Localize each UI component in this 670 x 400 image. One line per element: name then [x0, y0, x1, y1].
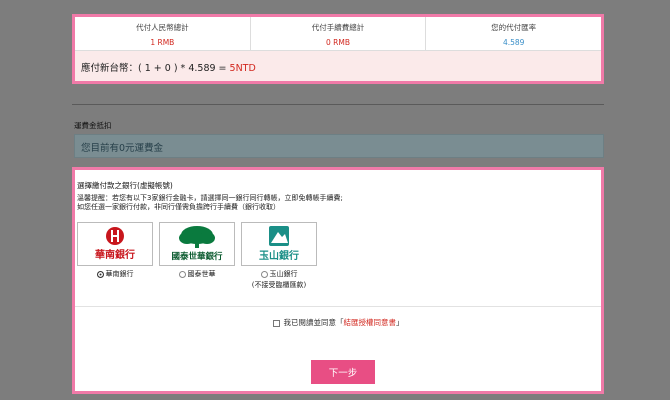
- esun-logo-text: 玉山銀行: [259, 249, 299, 262]
- summary-value: 4.589: [502, 38, 525, 47]
- bank-label: 國泰世華: [187, 270, 216, 278]
- bank-option-cathay[interactable]: 國泰世華銀行 國泰世華: [159, 222, 235, 290]
- bank-radio-esun[interactable]: 玉山銀行: [241, 269, 317, 279]
- bank-radio-cathay[interactable]: 國泰世華: [159, 269, 235, 279]
- huanan-logo-text: 華南銀行: [95, 248, 135, 261]
- payable-formula: 應付新台幣：( 1 + 0 ) * 4.589 = 5NTD: [75, 51, 601, 83]
- summary-fee-total: 代付手續費總計 0 RMB: [251, 17, 427, 50]
- notice-line: 溫馨提醒：若您有以下3家銀行金融卡，請選擇同一銀行同行轉帳，立即免轉帳手續費;: [77, 194, 343, 202]
- light-divider: [75, 306, 601, 307]
- agreement-link[interactable]: 結匯授權同意書: [344, 318, 397, 327]
- bank-label: 玉山銀行: [269, 270, 298, 278]
- next-step-button[interactable]: 下一步: [311, 360, 375, 384]
- radio-unselected-icon[interactable]: [260, 270, 268, 278]
- bank-option-huanan[interactable]: 華南銀行 華南銀行: [77, 222, 153, 290]
- summary-rate: 您的代付匯率 4.589: [426, 17, 601, 50]
- bank-logo-huanan[interactable]: 華南銀行: [77, 222, 153, 266]
- summary-value: 0 RMB: [326, 38, 350, 47]
- bank-option-esun[interactable]: 玉山銀行 玉山銀行 (不接受臨櫃匯款): [241, 222, 317, 290]
- payment-summary: 代付人民幣總計 1 RMB 代付手續費總計 0 RMB 您的代付匯率 4.589…: [72, 14, 604, 84]
- bank-notice: 溫馨提醒：若您有以下3家銀行金融卡，請選擇同一銀行同行轉帳，立即免轉帳手續費; …: [77, 194, 343, 212]
- bank-logo-cathay[interactable]: 國泰世華銀行: [159, 222, 235, 266]
- cathay-logo-text: 國泰世華銀行: [171, 251, 223, 262]
- section-divider: [72, 104, 604, 105]
- agreement-suffix: 」: [396, 318, 404, 327]
- summary-value: 1 RMB: [150, 38, 175, 47]
- summary-label: 代付手續費總計: [311, 23, 365, 32]
- payment-page: 代付人民幣總計 1 RMB 代付手續費總計 0 RMB 您的代付匯率 4.589…: [0, 0, 670, 400]
- bank-selection-title: 選擇繳付款之銀行(虛擬帳號): [77, 181, 173, 190]
- summary-label: 您的代付匯率: [491, 23, 537, 32]
- bank-logo-esun[interactable]: 玉山銀行: [241, 222, 317, 266]
- radio-unselected-icon[interactable]: [178, 270, 186, 278]
- huanan-logo-icon: 華南銀行: [95, 227, 135, 261]
- summary-columns: 代付人民幣總計 1 RMB 代付手續費總計 0 RMB 您的代付匯率 4.589: [75, 17, 601, 51]
- agreement-checkbox[interactable]: [272, 319, 280, 327]
- agreement-row[interactable]: 我已閱讀並同意「結匯授權同意書」: [75, 317, 601, 328]
- agreement-prefix: 我已閱讀並同意「: [283, 318, 344, 327]
- rebate-title: 運費金抵扣: [74, 121, 112, 130]
- bank-radio-huanan[interactable]: 華南銀行: [77, 269, 153, 279]
- notice-line: 如您任選一家銀行付款，非同行僅需負擔跨行手續費（銀行收取）: [77, 203, 280, 211]
- bank-selection: 選擇繳付款之銀行(虛擬帳號) 溫馨提醒：若您有以下3家銀行金融卡，請選擇同一銀行…: [72, 167, 604, 394]
- bank-sub-note: (不接受臨櫃匯款): [251, 281, 307, 289]
- formula-text: 應付新台幣：( 1 + 0 ) * 4.589 =: [81, 63, 230, 74]
- cathay-tree-logo-icon: 國泰世華銀行: [171, 226, 223, 262]
- bank-label: 華南銀行: [105, 270, 134, 278]
- formula-total: 5NTD: [229, 63, 256, 74]
- rebate-message: 您目前有0元運費金: [74, 134, 604, 158]
- bank-options: 華南銀行 華南銀行 國泰世華銀行 國泰世華 玉山銀行 玉山銀行 (不接受臨櫃匯款…: [77, 222, 323, 290]
- esun-mountain-logo-icon: 玉山銀行: [259, 226, 299, 262]
- radio-selected-icon[interactable]: [96, 270, 104, 278]
- summary-label: 代付人民幣總計: [136, 23, 189, 32]
- summary-rmb-total: 代付人民幣總計 1 RMB: [75, 17, 251, 50]
